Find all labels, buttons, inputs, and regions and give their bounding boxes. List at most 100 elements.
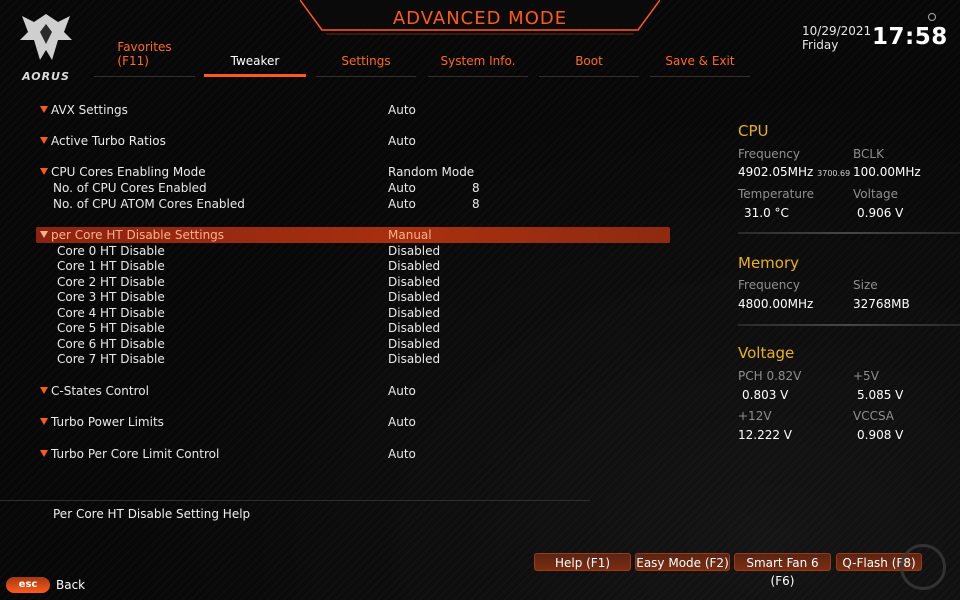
12v-label: +12V [738,409,772,423]
setting-label: Turbo Per Core Limit Control [51,447,220,461]
aorus-logo: AORUS [14,10,78,86]
setting-core-5-ht[interactable]: Core 5 HT Disable Disabled [36,320,670,336]
tab-save-exit-label: Save & Exit [665,54,735,68]
setting-active-turbo-ratios[interactable]: Active Turbo Ratios Auto [36,133,670,149]
help-text: Per Core HT Disable Setting Help [53,507,251,521]
smart-fan-button[interactable]: Smart Fan 6 (F6) [734,553,831,588]
pch-voltage-value: 0.803 V [742,388,789,402]
setting-cpu-cores-enabled[interactable]: No. of CPU Cores Enabled Auto 8 [36,180,670,196]
setting-value: Disabled [388,306,441,320]
tab-system-info-label: System Info. [440,54,516,68]
setting-value: Auto [388,447,416,461]
setting-value: Auto [388,181,416,195]
tab-tweaker[interactable]: Tweaker [204,43,306,77]
setting-avx[interactable]: AVX Settings Auto [36,102,670,118]
tab-boot-label: Boot [575,54,603,68]
logo-text: AORUS [22,70,70,83]
setting-core-6-ht[interactable]: Core 6 HT Disable Disabled [36,336,670,352]
setting-turbo-per-core-limit[interactable]: Turbo Per Core Limit Control Auto [36,446,670,462]
setting-count: 8 [472,181,480,195]
setting-label: Core 7 HT Disable [57,352,165,366]
setting-label: CPU Cores Enabling Mode [51,165,206,179]
mode-title: ADVANCED MODE [392,8,568,29]
info-icon[interactable] [928,13,936,21]
setting-value: Disabled [388,337,441,351]
tab-favorites-key: (F11) [117,54,149,68]
setting-turbo-power-limits[interactable]: Turbo Power Limits Auto [36,414,670,430]
vccsa-label: VCCSA [853,409,895,423]
expand-arrow-icon [40,418,48,425]
setting-value: Auto [388,415,416,429]
memory-size-value: 32768MB [853,297,910,311]
setting-label: Core 4 HT Disable [57,306,165,320]
cpu-temperature-label: Temperature [738,187,815,201]
setting-value: Disabled [388,352,441,366]
setting-core-2-ht[interactable]: Core 2 HT Disable Disabled [36,274,670,290]
setting-label: Core 0 HT Disable [57,244,165,258]
setting-c-states-control[interactable]: C-States Control Auto [36,383,670,399]
setting-label: No. of CPU ATOM Cores Enabled [53,197,245,211]
setting-value: Disabled [388,290,441,304]
setting-value: Manual [388,228,432,242]
cpu-frequency-value: 4902.05MHz 3700.69 [738,165,850,179]
datetime: 10/29/2021 Friday 17:58 [802,24,947,52]
mode-banner: ADVANCED MODE [300,0,660,38]
setting-label: No. of CPU Cores Enabled [53,181,207,195]
day: Friday [802,38,839,52]
setting-value: Auto [388,134,416,148]
cpu-voltage-label: Voltage [853,187,899,201]
cpu-frequency-main: 4902.05MHz [738,165,814,179]
setting-cpu-cores-enabling-mode[interactable]: CPU Cores Enabling Mode Random Mode [36,164,670,180]
cpu-bclk-value: 100.00MHz [853,165,921,179]
easy-mode-button[interactable]: Easy Mode (F2) [635,553,730,571]
cpu-bclk-label: BCLK [853,147,884,161]
back-label[interactable]: Back [56,578,85,592]
tab-system-info[interactable]: System Info. [428,43,528,77]
5v-label: +5V [853,369,879,383]
tab-favorites-label: Favorites [117,40,172,54]
memory-frequency-label: Frequency [738,278,800,292]
tab-boot[interactable]: Boot [539,43,639,77]
help-button[interactable]: Help (F1) [534,553,631,571]
expand-arrow-icon [40,168,48,175]
voltage-section-title: Voltage [738,344,795,362]
tab-tweaker-label: Tweaker [230,54,280,68]
setting-core-4-ht[interactable]: Core 4 HT Disable Disabled [36,305,670,321]
watermark-logo [900,544,946,590]
cpu-frequency-label: Frequency [738,147,800,161]
cpu-voltage-value: 0.906 V [857,206,904,220]
12v-value: 12.222 V [738,428,793,442]
setting-core-7-ht[interactable]: Core 7 HT Disable Disabled [36,351,670,367]
setting-value: Disabled [388,244,441,258]
memory-size-label: Size [853,278,878,292]
setting-value: Auto [388,103,416,117]
tab-settings-label: Settings [341,54,391,68]
setting-value: Disabled [388,321,441,335]
clock: 17:58 [872,24,948,50]
setting-label: Core 1 HT Disable [57,259,165,273]
setting-count: 8 [472,197,480,211]
setting-label: C-States Control [51,384,149,398]
setting-value: Auto [388,197,416,211]
setting-core-1-ht[interactable]: Core 1 HT Disable Disabled [36,258,670,274]
setting-label: Core 6 HT Disable [57,337,165,351]
expand-arrow-icon [40,450,48,457]
setting-cpu-atom-cores-enabled[interactable]: No. of CPU ATOM Cores Enabled Auto 8 [36,196,670,212]
setting-value: Random Mode [388,165,475,179]
memory-frequency-value: 4800.00MHz [738,297,814,311]
cpu-frequency-secondary: 3700.69 [817,169,851,178]
setting-core-3-ht[interactable]: Core 3 HT Disable Disabled [36,289,670,305]
help-divider [0,500,590,501]
setting-value: Auto [388,384,416,398]
setting-value: Disabled [388,259,441,273]
tab-settings[interactable]: Settings [316,43,416,77]
expand-arrow-icon [40,106,48,113]
tab-favorites[interactable]: Favorites (F11) [94,40,195,77]
setting-label: Active Turbo Ratios [51,134,166,148]
setting-per-core-ht-disable[interactable]: per Core HT Disable Settings Manual [36,227,670,243]
expand-arrow-icon [40,387,48,394]
tab-save-exit[interactable]: Save & Exit [650,43,750,77]
setting-core-0-ht[interactable]: Core 0 HT Disable Disabled [36,243,670,259]
esc-key-icon[interactable]: esc [6,577,50,593]
pch-voltage-label: PCH 0.82V [738,369,802,383]
